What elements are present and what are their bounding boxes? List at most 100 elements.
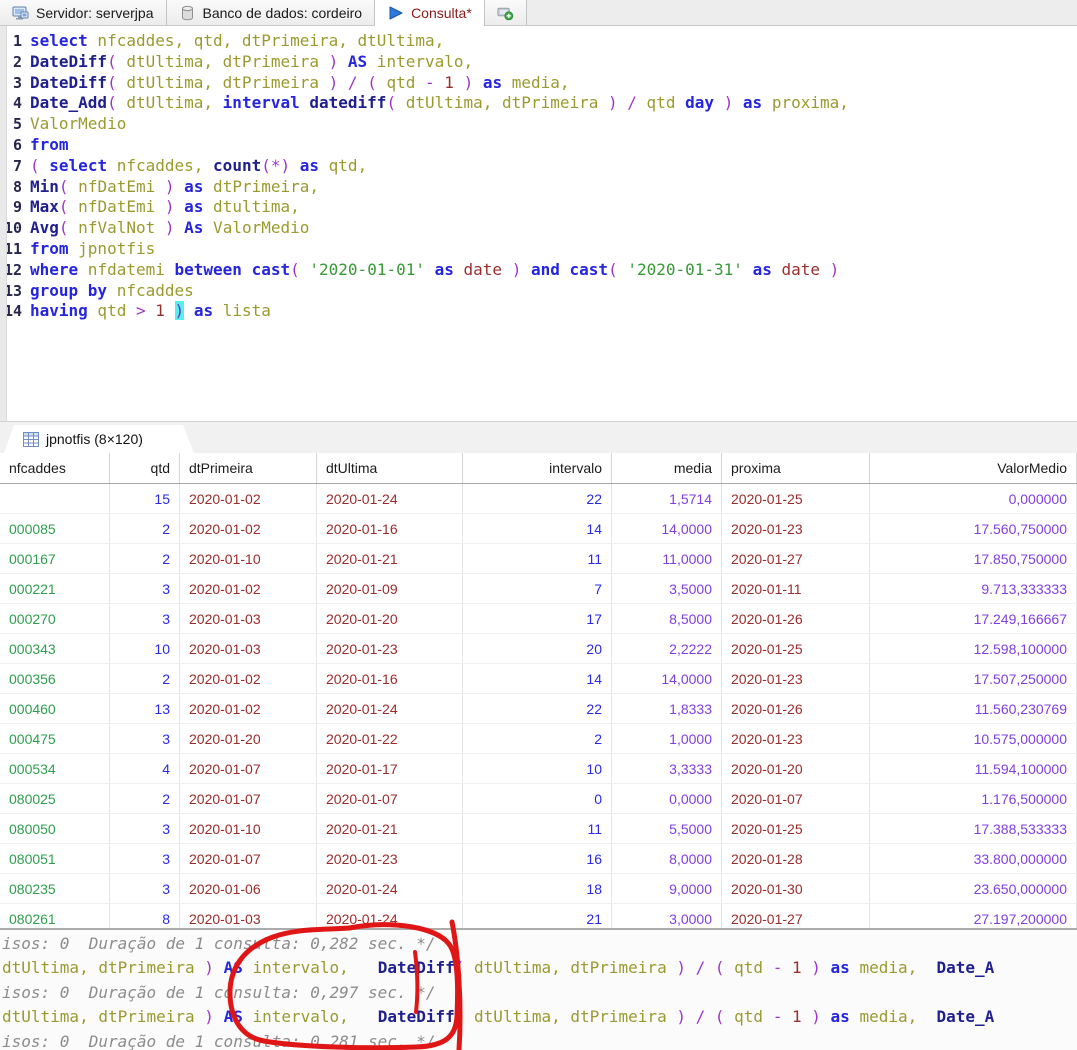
table-cell: 2020-01-02	[180, 484, 317, 513]
table-cell: 2020-01-24	[317, 874, 463, 903]
column-header-nfcaddes[interactable]: nfcaddes	[0, 453, 110, 483]
table-cell: 2020-01-03	[180, 604, 317, 633]
sql-editor[interactable]: 1select nfcaddes, qtd, dtPrimeira, dtUlt…	[0, 26, 1077, 421]
table-row[interactable]: 00022132020-01-022020-01-0973,50002020-0…	[0, 574, 1077, 604]
code-line: 1select nfcaddes, qtd, dtPrimeira, dtUlt…	[0, 31, 1077, 52]
table-row[interactable]: 00053442020-01-072020-01-17103,33332020-…	[0, 754, 1077, 784]
table-cell: 11	[463, 544, 612, 573]
table-cell: 2020-01-02	[180, 664, 317, 693]
code-text: from	[30, 135, 69, 156]
table-cell: 2	[110, 514, 180, 543]
column-header-dtprimeira[interactable]: dtPrimeira	[180, 453, 317, 483]
log-status-line: isos: 0 Duração de 1 consulta: 0,282 sec…	[0, 932, 1077, 956]
table-cell: 2020-01-16	[317, 664, 463, 693]
code-line: 14having qtd > 1 ) as lista	[0, 301, 1077, 322]
table-cell: 3	[110, 874, 180, 903]
table-row[interactable]: 00047532020-01-202020-01-2221,00002020-0…	[0, 724, 1077, 754]
table-cell: 15	[110, 484, 180, 513]
table-cell: 000356	[0, 664, 110, 693]
table-row[interactable]: 000460132020-01-022020-01-24221,83332020…	[0, 694, 1077, 724]
table-cell: 1,5714	[612, 484, 722, 513]
table-cell: 2020-01-02	[180, 514, 317, 543]
table-row[interactable]: 00035622020-01-022020-01-161414,00002020…	[0, 664, 1077, 694]
result-tab-label: jpnotfis (8×120)	[46, 431, 143, 447]
table-cell: 11,0000	[612, 544, 722, 573]
sql-editor-lines: 1select nfcaddes, qtd, dtPrimeira, dtUlt…	[0, 31, 1077, 322]
table-cell: 000475	[0, 724, 110, 753]
table-cell: 000270	[0, 604, 110, 633]
table-cell: 000343	[0, 634, 110, 663]
code-line: 9Max( nfDatEmi ) as dtultima,	[0, 197, 1077, 218]
table-cell: 33.800,000000	[870, 844, 1077, 873]
table-cell: 3	[110, 724, 180, 753]
table-row[interactable]: 00027032020-01-032020-01-20178,50002020-…	[0, 604, 1077, 634]
table-row[interactable]: 00008522020-01-022020-01-161414,00002020…	[0, 514, 1077, 544]
play-icon	[387, 5, 404, 21]
table-cell: 11.594,100000	[870, 754, 1077, 783]
editor-gutter	[0, 26, 7, 421]
table-grid-icon	[23, 432, 39, 447]
column-header-media[interactable]: media	[612, 453, 722, 483]
table-cell: 2020-01-22	[317, 724, 463, 753]
table-cell: 22	[463, 484, 612, 513]
table-cell: 2020-01-23	[722, 514, 870, 543]
table-row[interactable]: 08002522020-01-072020-01-0700,00002020-0…	[0, 784, 1077, 814]
code-line: 5ValorMedio	[0, 114, 1077, 135]
table-cell: 3	[110, 604, 180, 633]
table-cell: 2020-01-20	[180, 724, 317, 753]
table-cell: 23.650,000000	[870, 874, 1077, 903]
code-text: ValorMedio	[30, 114, 126, 135]
table-cell: 2020-01-11	[722, 574, 870, 603]
table-cell: 0,0000	[612, 784, 722, 813]
table-cell: 2020-01-21	[317, 814, 463, 843]
table-row[interactable]: 000343102020-01-032020-01-23202,22222020…	[0, 634, 1077, 664]
tab-server[interactable]: Servidor: serverjpa	[0, 0, 167, 25]
table-cell: 2	[463, 724, 612, 753]
table-cell: 17.249,166667	[870, 604, 1077, 633]
result-tab-jpnotfis[interactable]: jpnotfis (8×120)	[3, 425, 195, 453]
table-cell: 2	[110, 664, 180, 693]
table-row[interactable]: 152020-01-022020-01-24221,57142020-01-25…	[0, 484, 1077, 514]
table-cell: 2020-01-26	[722, 694, 870, 723]
table-row[interactable]: 00016722020-01-102020-01-211111,00002020…	[0, 544, 1077, 574]
table-cell: 18	[463, 874, 612, 903]
table-cell: 9,0000	[612, 874, 722, 903]
table-cell: 3,5000	[612, 574, 722, 603]
table-cell: 17.388,533333	[870, 814, 1077, 843]
table-cell: 2020-01-07	[317, 784, 463, 813]
table-cell: 2020-01-02	[180, 694, 317, 723]
tab-server-label: Servidor: serverjpa	[36, 5, 154, 21]
column-header-proxima[interactable]: proxima	[722, 453, 870, 483]
table-cell: 2020-01-09	[317, 574, 463, 603]
table-cell: 8,0000	[612, 844, 722, 873]
table-row[interactable]: 08005032020-01-102020-01-21115,50002020-…	[0, 814, 1077, 844]
table-cell: 2020-01-23	[317, 844, 463, 873]
new-query-tab-button[interactable]	[485, 0, 527, 25]
column-header-intervalo[interactable]: intervalo	[463, 453, 612, 483]
query-log-panel[interactable]: isos: 0 Duração de 1 consulta: 0,282 sec…	[0, 928, 1077, 1050]
table-cell: 000167	[0, 544, 110, 573]
table-cell: 2020-01-20	[317, 604, 463, 633]
code-line: 3DateDiff( dtUltima, dtPrimeira ) / ( qt…	[0, 73, 1077, 94]
table-cell: 4	[110, 754, 180, 783]
code-text: ( select nfcaddes, count(*) as qtd,	[30, 156, 367, 177]
table-cell: 2,2222	[612, 634, 722, 663]
table-cell: 3	[110, 814, 180, 843]
table-cell: 1,0000	[612, 724, 722, 753]
table-cell: 13	[110, 694, 180, 723]
tab-database[interactable]: Banco de dados: cordeiro	[167, 0, 376, 25]
table-cell: 3	[110, 844, 180, 873]
table-row[interactable]: 08023532020-01-062020-01-24189,00002020-…	[0, 874, 1077, 904]
log-sql-line: dtUltima, dtPrimeira ) AS intervalo, Dat…	[0, 1005, 1077, 1029]
column-header-dtultima[interactable]: dtUltima	[317, 453, 463, 483]
tab-query[interactable]: Consulta*	[375, 0, 485, 26]
table-cell: 080051	[0, 844, 110, 873]
column-header-valormedio[interactable]: ValorMedio	[870, 453, 1077, 483]
column-header-qtd[interactable]: qtd	[110, 453, 180, 483]
table-cell: 000534	[0, 754, 110, 783]
table-cell: 000460	[0, 694, 110, 723]
code-text: DateDiff( dtUltima, dtPrimeira ) / ( qtd…	[30, 73, 570, 94]
table-row[interactable]: 08005132020-01-072020-01-23168,00002020-…	[0, 844, 1077, 874]
table-cell: 7	[463, 574, 612, 603]
table-cell: 3	[110, 574, 180, 603]
